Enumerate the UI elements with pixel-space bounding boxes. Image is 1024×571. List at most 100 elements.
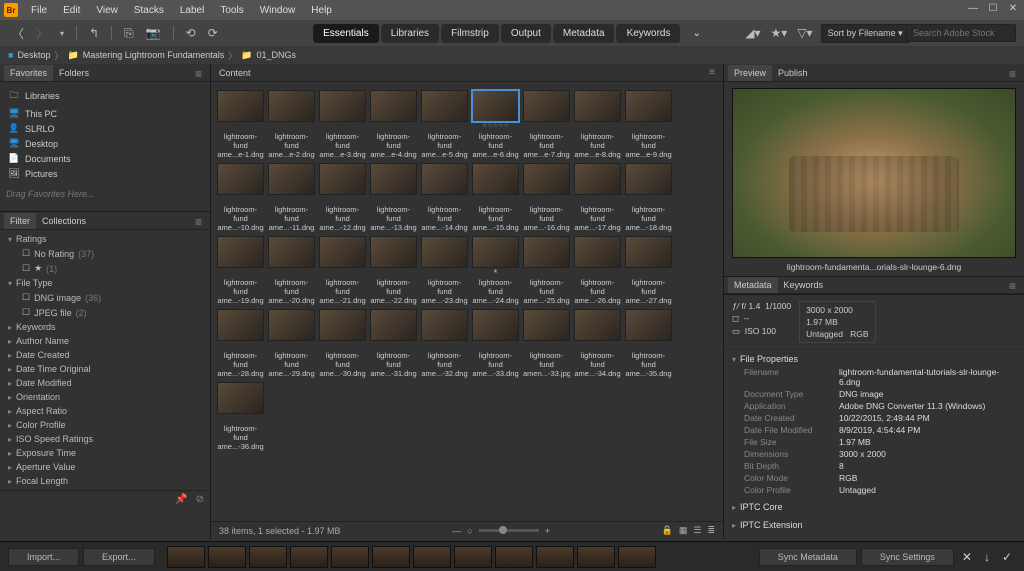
thumbnail-size-slider[interactable] (479, 529, 539, 532)
filter-item[interactable]: ☐DNG image (36) (0, 290, 210, 305)
thumbnail[interactable]: lightroom-fundame...-23.dng (421, 236, 468, 305)
checkbox-icon[interactable]: ☐ (22, 263, 30, 274)
menu-tools[interactable]: Tools (213, 3, 250, 18)
filter-item[interactable]: ☐★ (1) (0, 261, 210, 276)
thumbnail[interactable]: lightroom-fundame...-17.dng (574, 163, 621, 232)
workspace-filmstrip[interactable]: Filmstrip (441, 24, 499, 43)
grid-view-icon[interactable]: ▦ (679, 525, 688, 536)
workspace-keywords[interactable]: Keywords (617, 24, 681, 43)
filter-group-header[interactable]: ▸Exposure Time (0, 446, 210, 460)
thumbnail[interactable]: lightroom-fundame...-26.dng (574, 236, 621, 305)
window-close-icon[interactable]: ✕ (1006, 2, 1020, 14)
filter-group-header[interactable]: ▸Date Time Original (0, 362, 210, 376)
metadata-value[interactable]: 10/22/2015, 2:49:44 PM (839, 413, 1016, 423)
metadata-value[interactable]: DNG image (839, 389, 1016, 399)
thumbnail[interactable]: lightroom-fundame...-33.dng (472, 309, 519, 378)
favorite-item[interactable]: 🖼Pictures (6, 166, 204, 181)
forward-button[interactable]: 〉 (32, 23, 52, 44)
rating-filter-icon[interactable]: ★▾ (769, 26, 790, 40)
breadcrumb-part[interactable]: 01_DNGs (257, 50, 297, 60)
pin-icon[interactable]: 📌 (175, 494, 187, 505)
favorite-item[interactable]: 🖥This PC (6, 106, 204, 121)
favorite-item[interactable]: 👤SLRLO (6, 121, 204, 136)
thumbnail[interactable]: lightroom-fundame...e-5.dng (421, 90, 468, 159)
panel-menu-icon[interactable]: ≡ (191, 67, 206, 81)
breadcrumb-part[interactable]: Mastering Lightroom Fundamentals (83, 50, 225, 60)
menu-file[interactable]: File (24, 3, 54, 18)
export-button[interactable]: Export... (83, 548, 155, 566)
clear-filter-icon[interactable]: ⊘ (196, 494, 204, 505)
thumbnail[interactable]: lightroom-fundame...-21.dng (319, 236, 366, 305)
camera-import-icon[interactable]: 📷 (142, 24, 165, 42)
thumbnail[interactable]: lightroom-fundame...-31.dng (370, 309, 417, 378)
thumbnail[interactable]: lightroom-fundame...-16.dng (523, 163, 570, 232)
search-input[interactable] (906, 24, 1016, 42)
thumbnail-quality-icon[interactable]: ◢▾ (743, 26, 762, 40)
zoom-in-icon[interactable]: + (545, 526, 550, 536)
thumbnail[interactable]: lightroom-fundame...e-3.dng (319, 90, 366, 159)
thumbnail[interactable]: lightroom-fundame...e-8.dng (574, 90, 621, 159)
thumbnail[interactable]: lightroom-fundame...-10.dng (217, 163, 264, 232)
zoom-out-icon[interactable]: — (452, 526, 461, 536)
list-view-icon[interactable]: ≣ (707, 525, 715, 536)
metadata-section-header[interactable]: ▸IPTC Extension (724, 518, 1024, 532)
thumbnail[interactable]: lightroom-fundamen...-33.jpg (523, 309, 570, 378)
favorite-item[interactable]: 🖥Desktop (6, 136, 204, 151)
thumbnail[interactable]: lightroom-fundame...-35.dng (625, 309, 672, 378)
thumbnail[interactable]: lightroom-fundame...-34.dng (574, 309, 621, 378)
menu-window[interactable]: Window (253, 3, 303, 18)
back-button[interactable]: 〈 (8, 23, 28, 44)
sync-settings-button[interactable]: Sync Settings (861, 548, 954, 566)
menu-stacks[interactable]: Stacks (127, 3, 171, 18)
open-recent-icon[interactable]: ⟳ (204, 24, 222, 42)
thumbnail[interactable]: lightroom-fundame...-19.dng (217, 236, 264, 305)
filter-group-header[interactable]: ▸Color Profile (0, 418, 210, 432)
thumbnail[interactable]: lightroom-fundame...e-9.dng (625, 90, 672, 159)
thumbnail[interactable]: lightroom-fundame...-27.dng (625, 236, 672, 305)
metadata-section-header[interactable]: ▾Camera Data (Exif) (724, 536, 1024, 539)
tab-collections[interactable]: Collections (36, 213, 92, 229)
thumbnail[interactable]: lightroom-fundame...-25.dng (523, 236, 570, 305)
filter-group-header[interactable]: ▸Orientation (0, 390, 210, 404)
workspace-libraries[interactable]: Libraries (381, 24, 439, 43)
preview-image[interactable] (732, 88, 1016, 258)
thumbnail[interactable]: lightroom-fundame...-11.dng (268, 163, 315, 232)
thumbnail[interactable]: lightroom-fundame...-13.dng (370, 163, 417, 232)
thumbnail[interactable]: lightroom-fundame...-18.dng (625, 163, 672, 232)
menu-label[interactable]: Label (173, 3, 211, 18)
filter-item[interactable]: ☐No Rating (37) (0, 246, 210, 261)
thumbnail[interactable]: ★ lightroom-fundame...-24.dng (472, 236, 519, 305)
thumbnail[interactable]: lightroom-fundame...-14.dng (421, 163, 468, 232)
import-button[interactable]: Import... (8, 548, 79, 566)
detail-view-icon[interactable]: ☰ (693, 525, 701, 536)
checkbox-icon[interactable]: ☐ (22, 307, 30, 318)
menu-help[interactable]: Help (304, 3, 339, 18)
filter-group-header[interactable]: ▸Date Modified (0, 376, 210, 390)
tab-publish[interactable]: Publish (772, 65, 814, 81)
thumbnail[interactable]: lightroom-fundame...-29.dng (268, 309, 315, 378)
nav-dropdown-icon[interactable]: ▾ (56, 27, 68, 40)
parent-folder-button[interactable]: ↰ (85, 24, 103, 42)
reveal-button[interactable]: ⎘ (120, 24, 138, 43)
thumbnail[interactable]: lightroom-fundame...-12.dng (319, 163, 366, 232)
filter-group-header[interactable]: ▸ISO Speed Ratings (0, 432, 210, 446)
favorite-item[interactable]: 📄Documents (6, 151, 204, 166)
metadata-section-header[interactable]: ▸IPTC Core (724, 500, 1024, 514)
filter-group-header[interactable]: ▸Aperture Value (0, 460, 210, 474)
lock-thumb-icon[interactable]: 🔒 (662, 525, 673, 536)
filter-group-header[interactable]: ▸Keywords (0, 320, 210, 334)
rating-stars[interactable]: ★ (493, 268, 498, 276)
checkbox-icon[interactable]: ☐ (22, 292, 30, 303)
tab-preview[interactable]: Preview (728, 65, 772, 81)
thumbnail[interactable]: lightroom-fundame...-22.dng (370, 236, 417, 305)
filter-item[interactable]: ☐JPEG file (2) (0, 305, 210, 320)
panel-menu-icon[interactable]: ≡ (1005, 279, 1020, 293)
menu-view[interactable]: View (89, 3, 125, 18)
menu-edit[interactable]: Edit (56, 3, 87, 18)
panel-menu-icon[interactable]: ≡ (709, 67, 715, 78)
panel-menu-icon[interactable]: ≡ (191, 215, 206, 229)
tab-favorites[interactable]: Favorites (4, 65, 53, 81)
metadata-value[interactable]: lightroom-fundamental-tutorials-slr-loun… (839, 367, 1016, 387)
tab-meta-keywords[interactable]: Keywords (778, 277, 830, 293)
workspace-metadata[interactable]: Metadata (553, 24, 615, 43)
